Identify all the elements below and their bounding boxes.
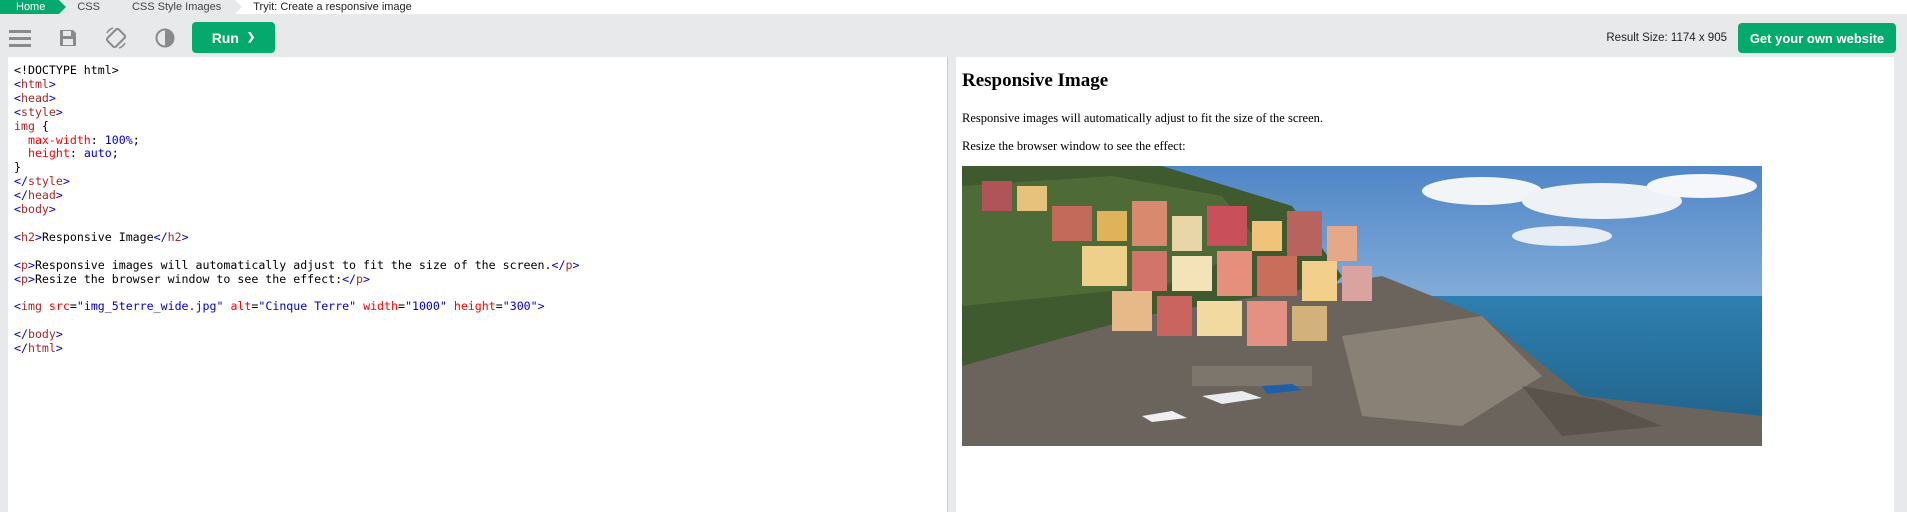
result-size-label: Result Size: 1174 x 905 xyxy=(1606,32,1727,44)
contrast-icon[interactable] xyxy=(153,26,177,50)
code-line: <!DOCTYPE html> xyxy=(14,63,119,77)
menu-icon[interactable] xyxy=(8,26,32,50)
breadcrumb-current-page: Tryit: Create a responsive image xyxy=(235,0,426,14)
result-heading: Responsive Image xyxy=(962,70,1109,91)
run-label: Run xyxy=(211,29,239,46)
right-scroll-area xyxy=(1894,57,1907,512)
toolbar: Run ❯ Result Size: 1174 x 905 Get your o… xyxy=(0,18,1907,58)
result-paragraph-2: Resize the browser window to see the eff… xyxy=(962,139,1186,153)
rotate-icon[interactable] xyxy=(104,26,128,50)
breadcrumb-css-style-images-link[interactable]: CSS Style Images xyxy=(113,0,243,14)
chevron-right-icon: ❯ xyxy=(246,32,256,43)
breadcrumb-home-link[interactable]: Home xyxy=(0,0,67,14)
get-own-website-button[interactable]: Get your own website xyxy=(1738,23,1896,53)
result-panel: Responsive Image Responsive images will … xyxy=(956,57,1894,512)
cinque-terre-image xyxy=(962,166,1762,446)
panel-divider[interactable] xyxy=(948,57,956,512)
breadcrumb-css-link[interactable]: CSS xyxy=(59,0,121,14)
breadcrumb: Home CSS CSS Style Images Tryit: Create … xyxy=(0,0,1907,14)
code-editor[interactable]: <!DOCTYPE html> <html> <head> <style> im… xyxy=(8,57,948,512)
code-text[interactable]: <!DOCTYPE html> <html> <head> <style> im… xyxy=(14,63,579,356)
run-button[interactable]: Run ❯ xyxy=(192,22,275,53)
result-paragraph-1: Responsive images will automatically adj… xyxy=(962,111,1324,125)
save-icon[interactable] xyxy=(56,26,80,50)
